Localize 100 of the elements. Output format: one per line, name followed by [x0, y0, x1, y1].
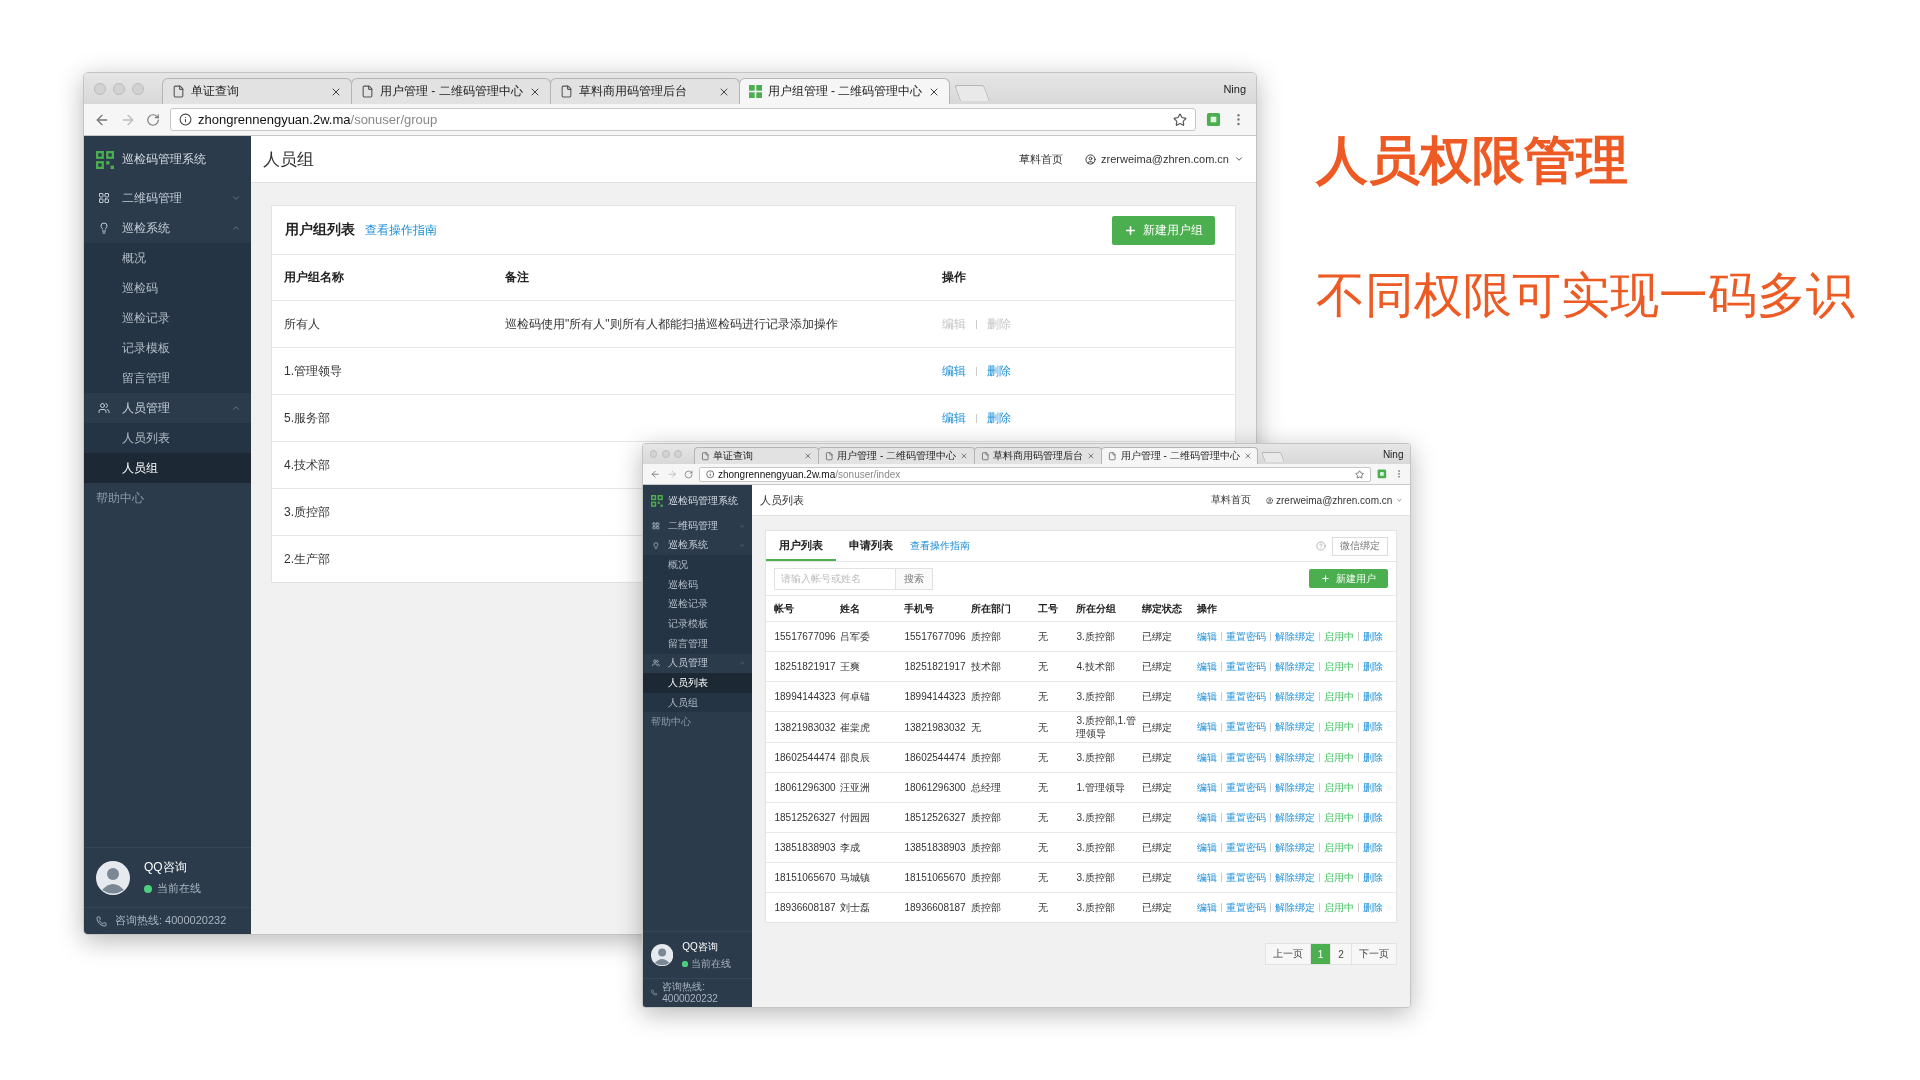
account-menu[interactable]: zrerweima@zhren.com.cn [1085, 153, 1244, 165]
status-toggle[interactable]: 启用中 [1324, 629, 1355, 644]
help-link[interactable]: 帮助中心 [84, 483, 251, 513]
action-link[interactable]: 编辑 [1197, 689, 1218, 704]
nav-subitem[interactable]: 人员列表 [643, 673, 753, 693]
prev-page-button[interactable]: 上一页 [1264, 943, 1311, 966]
status-toggle[interactable]: 启用中 [1324, 810, 1355, 825]
action-link[interactable]: 删除 [1363, 659, 1384, 674]
nav-subitem[interactable]: 人员组 [84, 453, 251, 483]
action-link[interactable]: 编辑 [1197, 780, 1218, 795]
action-link[interactable]: 重置密码 [1226, 629, 1267, 644]
reload-icon[interactable] [683, 469, 693, 479]
new-tab-button[interactable] [954, 85, 991, 101]
action-link[interactable]: 编辑 [942, 362, 966, 380]
action-link[interactable]: 重置密码 [1226, 750, 1267, 765]
status-toggle[interactable]: 启用中 [1324, 840, 1355, 855]
home-link[interactable]: 草料首页 [1211, 493, 1252, 508]
browser-tab[interactable]: 用户管理 - 二维码管理中心 [1101, 447, 1259, 465]
extension-icon[interactable] [1377, 469, 1388, 480]
nav-subitem[interactable]: 巡检码 [84, 273, 251, 303]
new-tab-button[interactable] [1261, 451, 1285, 463]
help-link[interactable]: 帮助中心 [643, 712, 753, 733]
browser-tab[interactable]: 单证查询 [162, 78, 352, 104]
nav-subitem[interactable]: 留言管理 [643, 633, 753, 654]
action-link[interactable]: 删除 [1363, 870, 1384, 885]
action-link[interactable]: 重置密码 [1226, 870, 1267, 885]
nav-subitem[interactable]: 概况 [643, 555, 753, 575]
action-link[interactable]: 编辑 [1197, 840, 1218, 855]
action-link[interactable]: 删除 [987, 362, 1011, 380]
forward-icon[interactable] [666, 469, 678, 480]
action-link[interactable]: 编辑 [1197, 629, 1218, 644]
action-link[interactable]: 删除 [1363, 840, 1384, 855]
action-link[interactable]: 编辑 [1197, 750, 1218, 765]
action-link[interactable]: 删除 [1363, 629, 1384, 644]
browser-tab[interactable]: 草料商用码管理后台 [549, 78, 740, 104]
back-icon[interactable] [649, 469, 660, 480]
nav-subitem[interactable]: 巡检码 [643, 574, 753, 595]
action-link[interactable]: 编辑 [1197, 720, 1218, 735]
action-link[interactable]: 重置密码 [1226, 780, 1267, 795]
window-control-icon[interactable] [132, 82, 144, 95]
nav-subitem[interactable]: 概况 [84, 243, 251, 273]
nav-subitem[interactable]: 人员组 [643, 692, 753, 713]
action-link[interactable]: 编辑 [1197, 810, 1218, 825]
list-tab[interactable]: 申请列表 [836, 531, 907, 562]
nav-subitem[interactable]: 人员列表 [84, 423, 251, 453]
help-icon[interactable] [1315, 541, 1326, 552]
next-page-button[interactable]: 下一页 [1350, 943, 1397, 966]
home-link[interactable]: 草料首页 [1019, 151, 1064, 167]
new-user-button[interactable]: 新建用户 [1308, 569, 1388, 589]
action-link[interactable]: 删除 [1363, 810, 1384, 825]
profile-name[interactable]: Ning [1382, 448, 1410, 460]
action-link[interactable]: 解除绑定 [1275, 659, 1316, 674]
window-control-icon[interactable] [113, 82, 125, 95]
browser-tab[interactable]: 用户管理 - 二维码管理中心 [351, 78, 551, 104]
nav-subitem[interactable]: 记录模板 [643, 614, 753, 634]
action-link[interactable]: 解除绑定 [1275, 750, 1316, 765]
url-field[interactable]: zhongrennengyuan.2w.ma/sonuser/index [699, 466, 1371, 482]
page-button[interactable]: 2 [1330, 943, 1352, 966]
action-link[interactable]: 编辑 [942, 409, 966, 427]
browser-tab[interactable]: 用户组管理 - 二维码管理中心 [738, 78, 951, 104]
account-menu[interactable]: zrerweima@zhren.com.cn [1265, 494, 1403, 506]
status-toggle[interactable]: 启用中 [1324, 870, 1355, 885]
action-link[interactable]: 编辑 [1197, 900, 1218, 915]
nav-subitem[interactable]: 留言管理 [84, 363, 251, 393]
action-link[interactable]: 解除绑定 [1275, 870, 1316, 885]
status-toggle[interactable]: 启用中 [1324, 689, 1355, 704]
action-link[interactable]: 编辑 [1197, 870, 1218, 885]
support-name[interactable]: QQ咨询 [144, 859, 201, 876]
support-name[interactable]: QQ咨询 [682, 939, 731, 954]
nav-item[interactable]: 巡检系统 [643, 535, 753, 556]
action-link[interactable]: 重置密码 [1226, 900, 1267, 915]
nav-item[interactable]: 人员管理 [84, 393, 251, 423]
reload-icon[interactable] [146, 112, 160, 127]
action-link[interactable]: 解除绑定 [1275, 900, 1316, 915]
nav-item[interactable]: 二维码管理 [84, 183, 251, 213]
new-group-button[interactable]: 新建用户组 [1112, 215, 1215, 245]
search-field[interactable]: 请输入帐号或姓名 搜索 [774, 567, 934, 590]
status-toggle[interactable]: 启用中 [1324, 659, 1355, 674]
status-toggle[interactable]: 启用中 [1324, 750, 1355, 765]
guide-link[interactable]: 查看操作指南 [910, 539, 1316, 554]
nav-item[interactable]: 二维码管理 [643, 516, 753, 536]
star-icon[interactable] [1355, 469, 1365, 479]
profile-name[interactable]: Ning [1223, 82, 1256, 95]
wechat-bind-button[interactable]: 微信绑定 [1331, 536, 1388, 556]
extension-icon[interactable] [1206, 112, 1221, 127]
action-link[interactable]: 解除绑定 [1275, 840, 1316, 855]
action-link[interactable]: 重置密码 [1226, 720, 1267, 735]
nav-item[interactable]: 人员管理 [643, 653, 753, 674]
action-link[interactable]: 删除 [1363, 750, 1384, 765]
action-link[interactable]: 删除 [1363, 720, 1384, 735]
nav-subitem[interactable]: 记录模板 [84, 333, 251, 363]
action-link[interactable]: 删除 [1363, 900, 1384, 915]
status-toggle[interactable]: 启用中 [1324, 720, 1355, 735]
action-link[interactable]: 解除绑定 [1275, 629, 1316, 644]
nav-subitem[interactable]: 巡检记录 [84, 303, 251, 333]
action-link[interactable]: 重置密码 [1226, 689, 1267, 704]
action-link[interactable]: 删除 [987, 409, 1011, 427]
page-button[interactable]: 1 [1309, 943, 1332, 966]
action-link[interactable]: 删除 [1363, 689, 1384, 704]
status-toggle[interactable]: 启用中 [1324, 780, 1355, 795]
